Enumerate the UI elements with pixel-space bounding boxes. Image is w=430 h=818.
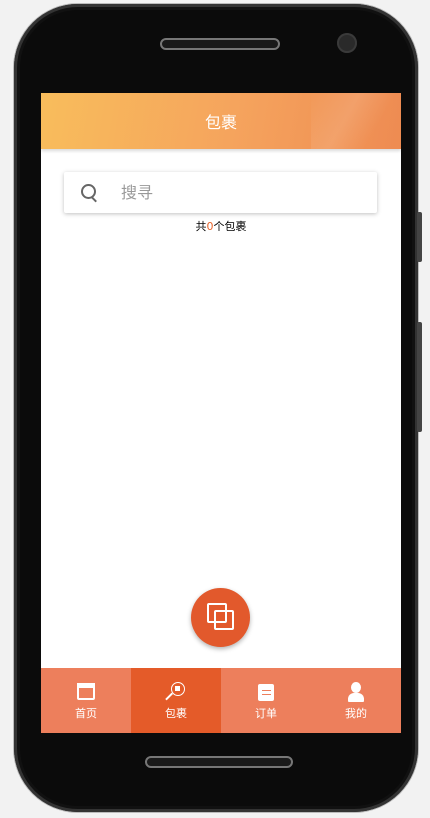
tab-packages[interactable]: 包裹 xyxy=(131,668,221,733)
front-camera xyxy=(337,33,357,53)
tab-orders[interactable]: 订单 xyxy=(221,668,311,733)
page-title: 包裹 xyxy=(204,113,237,132)
tab-home[interactable]: 首页 xyxy=(41,668,131,733)
header-decoration xyxy=(311,93,401,149)
order-scroll-icon xyxy=(256,682,276,702)
add-package-button[interactable] xyxy=(191,588,250,647)
volume-button xyxy=(417,212,422,262)
tab-profile[interactable]: 我的 xyxy=(311,668,401,733)
count-prefix: 共 xyxy=(195,220,207,233)
app-screen: 包裹 共0个包裹 首页 包裹 订单 我的 xyxy=(41,93,401,733)
user-icon xyxy=(346,681,366,702)
count-number: 0 xyxy=(206,220,214,233)
search-input[interactable] xyxy=(119,182,343,203)
tab-label: 我的 xyxy=(345,706,367,720)
tab-label: 首页 xyxy=(75,706,97,720)
home-icon xyxy=(76,682,96,702)
package-count: 共0个包裹 xyxy=(41,218,401,234)
tab-label: 订单 xyxy=(255,706,277,720)
search-bar[interactable] xyxy=(64,172,377,213)
earpiece-speaker xyxy=(160,38,280,50)
search-icon[interactable] xyxy=(81,183,99,202)
package-search-icon xyxy=(165,681,186,702)
tab-label: 包裹 xyxy=(165,706,187,720)
bottom-speaker xyxy=(145,756,293,768)
bottom-tab-bar: 首页 包裹 订单 我的 xyxy=(41,668,401,733)
app-header: 包裹 xyxy=(41,93,401,149)
count-suffix: 个包裹 xyxy=(213,220,247,233)
power-button xyxy=(417,322,422,432)
